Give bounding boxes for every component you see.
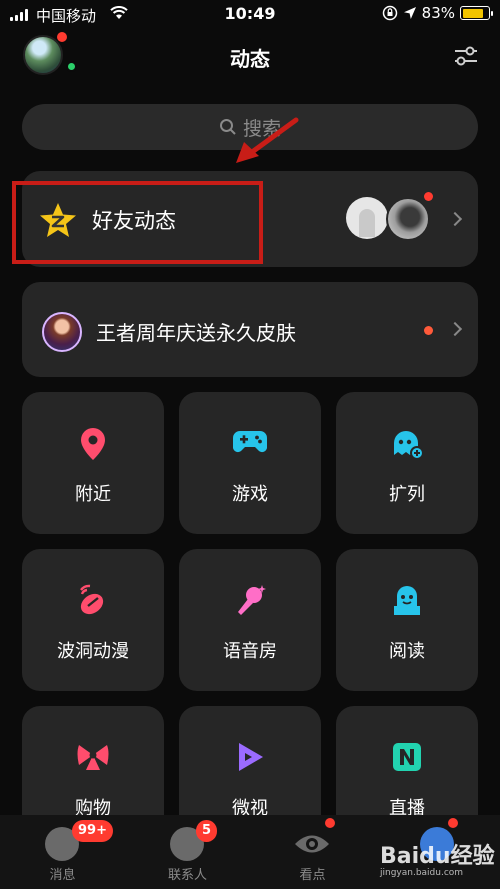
grid-tile-nearby[interactable]: 附近 [22,392,164,534]
tab-label: 联系人 [167,868,207,883]
new-post-dot [424,192,433,201]
grid-tile-label: 扩列 [389,484,425,505]
book-character-icon [394,586,420,615]
grid-tile-expand-list[interactable]: 扩列 [336,392,478,534]
unread-badge: 99+ [72,820,113,842]
avatar-notification-dot [57,32,67,42]
grid-tile-label: 附近 [75,484,111,505]
satellite-dish-icon [80,584,104,615]
tab-kandian[interactable]: 看点 [250,815,375,889]
status-bar: 中国移动 10:49 83% [0,0,500,30]
chevron-right-icon [447,321,463,337]
orientation-lock-icon [382,5,397,21]
grid-tile-bodong-comics[interactable]: 波洞动漫 [22,549,164,691]
location-arrow-icon [403,7,416,19]
microphone-icon [238,585,266,615]
tab-contacts[interactable]: 5 联系人 [125,815,250,889]
friend-avatar-placeholder [346,197,388,239]
grid-tile-label: 波洞动漫 [57,641,129,662]
promo-card[interactable]: 王者周年庆送永久皮肤 [22,282,478,377]
tab-label: 消息 [49,868,76,883]
gamepad-icon [233,431,267,453]
annotation-highlight-box [12,181,263,264]
grid-tile-label: 游戏 [232,484,268,505]
grid-tile-games[interactable]: 游戏 [179,392,321,534]
filter-sliders-icon[interactable] [453,44,479,68]
location-pin-icon [81,428,105,460]
tab-messages[interactable]: 99+ 消息 [0,815,125,889]
play-icon [239,743,263,771]
unread-badge: 5 [196,820,218,842]
grid-tile-voice-room[interactable]: 语音房 [179,549,321,691]
grid-tile-reading[interactable]: 阅读 [336,549,478,691]
eye-icon [295,835,329,853]
tab-notification-dot [448,818,458,828]
annotation-arrow-icon [236,117,299,163]
battery-percent: 83% [421,4,455,22]
live-n-icon [393,743,421,771]
baidu-jingyan-watermark: Baidu经验 jingyan.baidu.com [380,844,495,878]
battery-icon [460,6,493,20]
promo-label: 王者周年庆送永久皮肤 [96,321,296,345]
chevron-right-icon [447,211,463,227]
page-title: 动态 [230,47,270,71]
game-character-icon [42,312,82,352]
friend-avatar [386,197,430,241]
tab-label: 看点 [299,868,326,883]
bow-icon [77,745,109,770]
ghost-add-icon [394,431,424,460]
promo-notification-dot [424,326,433,335]
grid-tile-label: 阅读 [389,641,425,662]
tab-notification-dot [325,818,335,828]
grid-tile-label: 语音房 [223,641,277,662]
